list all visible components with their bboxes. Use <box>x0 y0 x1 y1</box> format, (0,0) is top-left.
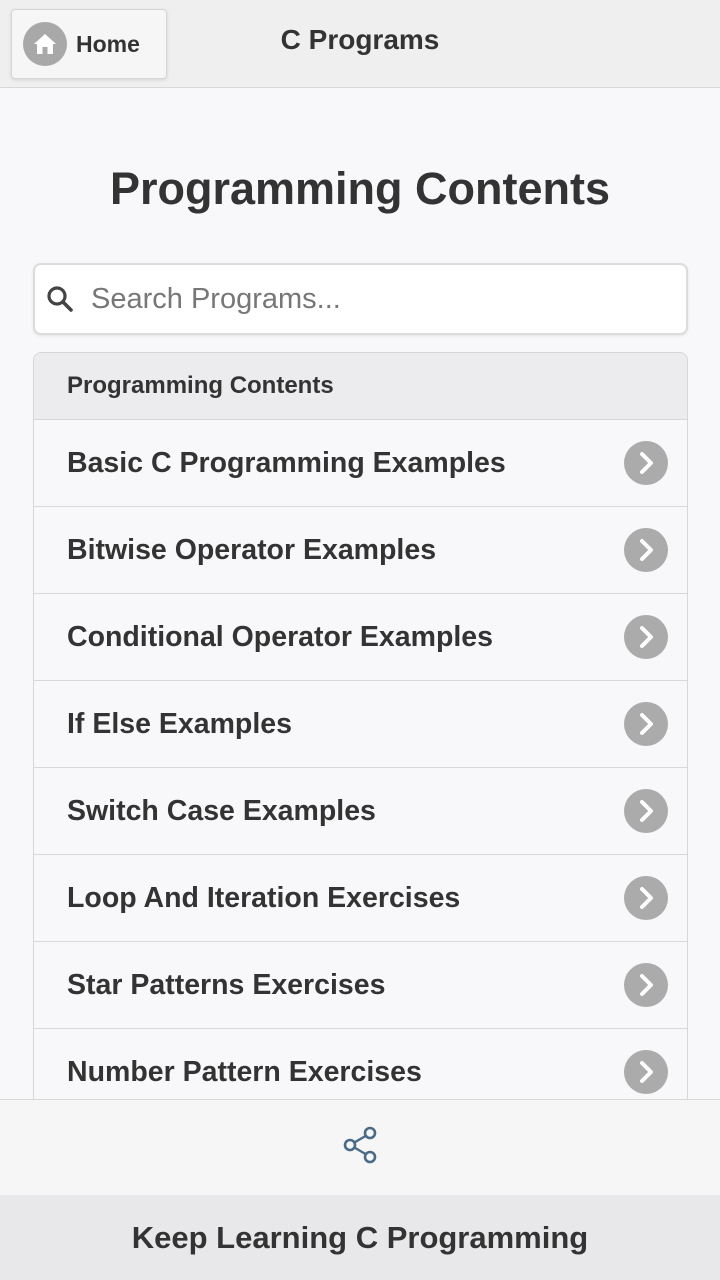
chevron-right-icon <box>624 1050 668 1094</box>
chevron-right-icon <box>624 963 668 1007</box>
chevron-right-icon <box>624 441 668 485</box>
app-title: C Programs <box>280 24 440 55</box>
list-item-label: Number Pattern Exercises <box>67 1055 422 1088</box>
list-item-label: Loop And Iteration Exercises <box>67 881 461 914</box>
search-box[interactable] <box>33 263 688 335</box>
list-item[interactable]: Loop And Iteration Exercises <box>34 855 687 942</box>
share-bar <box>0 1099 720 1195</box>
chevron-right-icon <box>624 876 668 920</box>
list-item-label: Star Patterns Exercises <box>67 968 386 1001</box>
list-header: Programming Contents <box>34 353 687 420</box>
list-item[interactable]: Bitwise Operator Examples <box>34 507 687 594</box>
list-item-label: If Else Examples <box>67 707 292 740</box>
list-item[interactable]: Switch Case Examples <box>34 768 687 855</box>
chevron-right-icon <box>624 615 668 659</box>
list-item[interactable]: Conditional Operator Examples <box>34 594 687 681</box>
list-item-label: Switch Case Examples <box>67 794 376 827</box>
chevron-right-icon <box>624 789 668 833</box>
list-item-label: Conditional Operator Examples <box>67 620 493 653</box>
list-item-label: Basic C Programming Examples <box>67 446 506 479</box>
app-header: Home C Programs <box>0 0 720 88</box>
chevron-right-icon <box>624 702 668 746</box>
chevron-right-icon <box>624 528 668 572</box>
search-input[interactable] <box>91 269 671 329</box>
list-item-label: Bitwise Operator Examples <box>67 533 437 566</box>
footer-banner: Keep Learning C Programming <box>0 1195 720 1280</box>
share-icon[interactable] <box>340 1125 380 1170</box>
page-title: Programming Contents <box>109 163 611 214</box>
contents-list: Programming Contents Basic C Programming… <box>33 352 688 1100</box>
list-item[interactable]: Star Patterns Exercises <box>34 942 687 1029</box>
list-item[interactable]: If Else Examples <box>34 681 687 768</box>
list-item[interactable]: Basic C Programming Examples <box>34 420 687 507</box>
list-items: Basic C Programming Examples Bitwise Oper… <box>34 420 687 1099</box>
search-icon <box>45 284 75 314</box>
list-item[interactable]: Number Pattern Exercises <box>34 1029 687 1099</box>
